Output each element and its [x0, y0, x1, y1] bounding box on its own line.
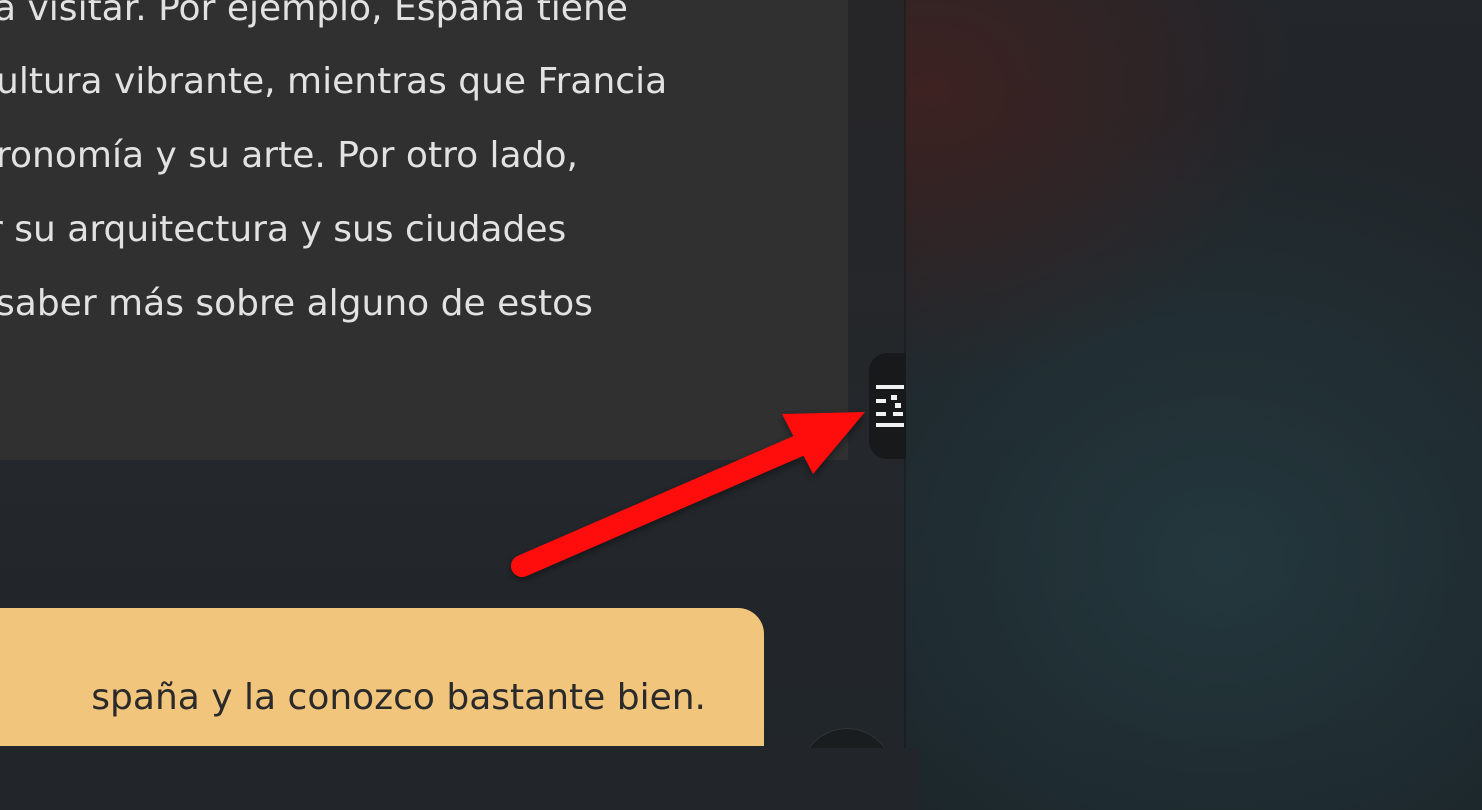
list-collapse-icon [876, 385, 904, 427]
assistant-message-line: ultura vibrante, mientras que Francia [0, 61, 668, 102]
composer-area [0, 746, 905, 810]
assistant-message-text: a visitar. Por ejemplo, España tiene ult… [0, 0, 848, 460]
composer-mask [780, 748, 920, 810]
chat-column: a visitar. Por ejemplo, España tiene ult… [0, 0, 905, 810]
assistant-message-line: a visitar. Por ejemplo, España tiene [0, 0, 628, 29]
assistant-message-bubble: a visitar. Por ejemplo, España tiene ult… [0, 0, 848, 460]
side-panel-toggle-button[interactable] [869, 353, 906, 459]
assistant-message-line: saber más sobre alguno de estos [0, 283, 593, 324]
user-message-bubble: spaña y la conozco bastante bien. [0, 608, 764, 750]
assistant-message-line: r su arquitectura y sus ciudades [0, 209, 567, 250]
user-message-text: spaña y la conozco bastante bien. [91, 677, 706, 718]
assistant-message-line: ronomía y su arte. Por otro lado, [0, 135, 578, 176]
